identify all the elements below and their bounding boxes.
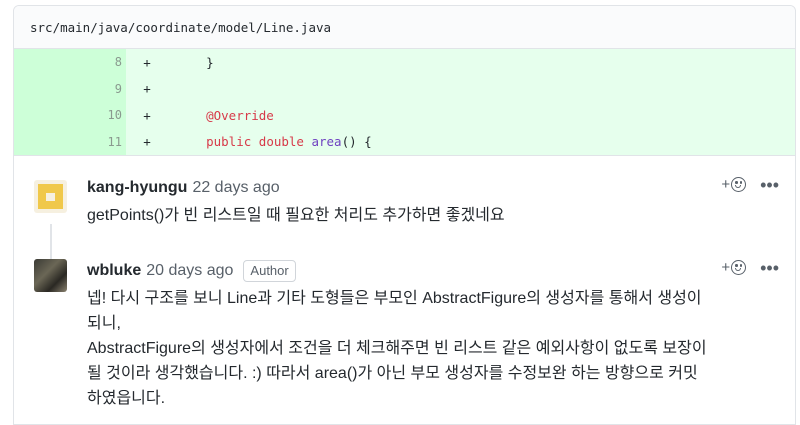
comment-body: wbluke 20 days ago Author 넵! 다시 구조를 보니 L…	[87, 259, 779, 411]
diff-row: 11 + public double area() {	[14, 128, 795, 155]
comment-body: kang-hyungu 22 days ago getPoints()가 빈 리…	[87, 176, 779, 228]
diff-sign: +	[143, 81, 151, 97]
comment-actions: + •••	[721, 176, 779, 194]
comment-thread: kang-hyungu 22 days ago getPoints()가 빈 리…	[14, 155, 795, 424]
smiley-icon	[731, 260, 747, 275]
comment-line: 넵! 다시 구조를 보니 Line과 기타 도형들은 부모인 AbstractF…	[87, 290, 702, 307]
comment-text: getPoints()가 빈 리스트일 때 필요한 처리도 추가하면 좋겠네요	[87, 207, 505, 224]
diff-sign: +	[143, 107, 151, 123]
add-reaction-button[interactable]: +	[721, 259, 747, 276]
review-panel: src/main/java/coordinate/model/Line.java…	[13, 5, 796, 425]
line-number[interactable]: 8	[14, 49, 126, 76]
author-name[interactable]: kang-hyungu	[87, 179, 187, 197]
comment-line: AbstractFigure의 생성자에서 조건을 더 체크해주면 빈 리스트 …	[87, 340, 707, 357]
add-reaction-button[interactable]: +	[721, 176, 747, 193]
comment-text: 넵! 다시 구조를 보니 Line과 기타 도형들은 부모인 AbstractF…	[87, 286, 779, 411]
comment-line: 될 것이라 생각했습니다. :) 따라서 area()가 아닌 부모 생성자를 …	[87, 365, 698, 382]
code-line: @Override	[176, 107, 274, 123]
timestamp[interactable]: 22 days ago	[192, 179, 279, 197]
author-name[interactable]: wbluke	[87, 262, 141, 280]
line-number[interactable]: 11	[14, 128, 126, 155]
avatar[interactable]	[34, 259, 67, 292]
more-options-icon[interactable]: •••	[760, 176, 779, 194]
file-path[interactable]: src/main/java/coordinate/model/Line.java	[30, 20, 331, 35]
more-options-icon[interactable]: •••	[760, 259, 779, 277]
comment-header: kang-hyungu 22 days ago	[87, 176, 779, 200]
smiley-icon	[731, 177, 747, 192]
code-line: }	[176, 54, 214, 70]
line-number[interactable]: 9	[14, 75, 126, 102]
file-path-header[interactable]: src/main/java/coordinate/model/Line.java	[14, 6, 795, 49]
comment-header: wbluke 20 days ago Author	[87, 259, 779, 283]
author-badge: Author	[243, 260, 296, 282]
code-line: public double area() {	[206, 134, 372, 150]
comment-line: 하였읍니다.	[87, 390, 166, 407]
comment-actions: + •••	[721, 259, 779, 277]
plus-label: +	[721, 176, 731, 193]
plus-label: +	[721, 259, 731, 276]
line-number[interactable]: 10	[14, 102, 126, 129]
diff-row: 9 +	[14, 75, 795, 102]
avatar[interactable]	[34, 180, 67, 213]
timestamp[interactable]: 20 days ago	[146, 262, 233, 280]
comment-line: 되니,	[87, 315, 121, 332]
diff-row: 8 + }	[14, 49, 795, 76]
diff-sign: +	[143, 134, 151, 150]
diff-hunk: 8 + } 9 + 10 + @Override 11 + public dou…	[14, 49, 795, 155]
diff-row: 10 + @Override	[14, 102, 795, 129]
diff-sign: +	[143, 54, 151, 70]
